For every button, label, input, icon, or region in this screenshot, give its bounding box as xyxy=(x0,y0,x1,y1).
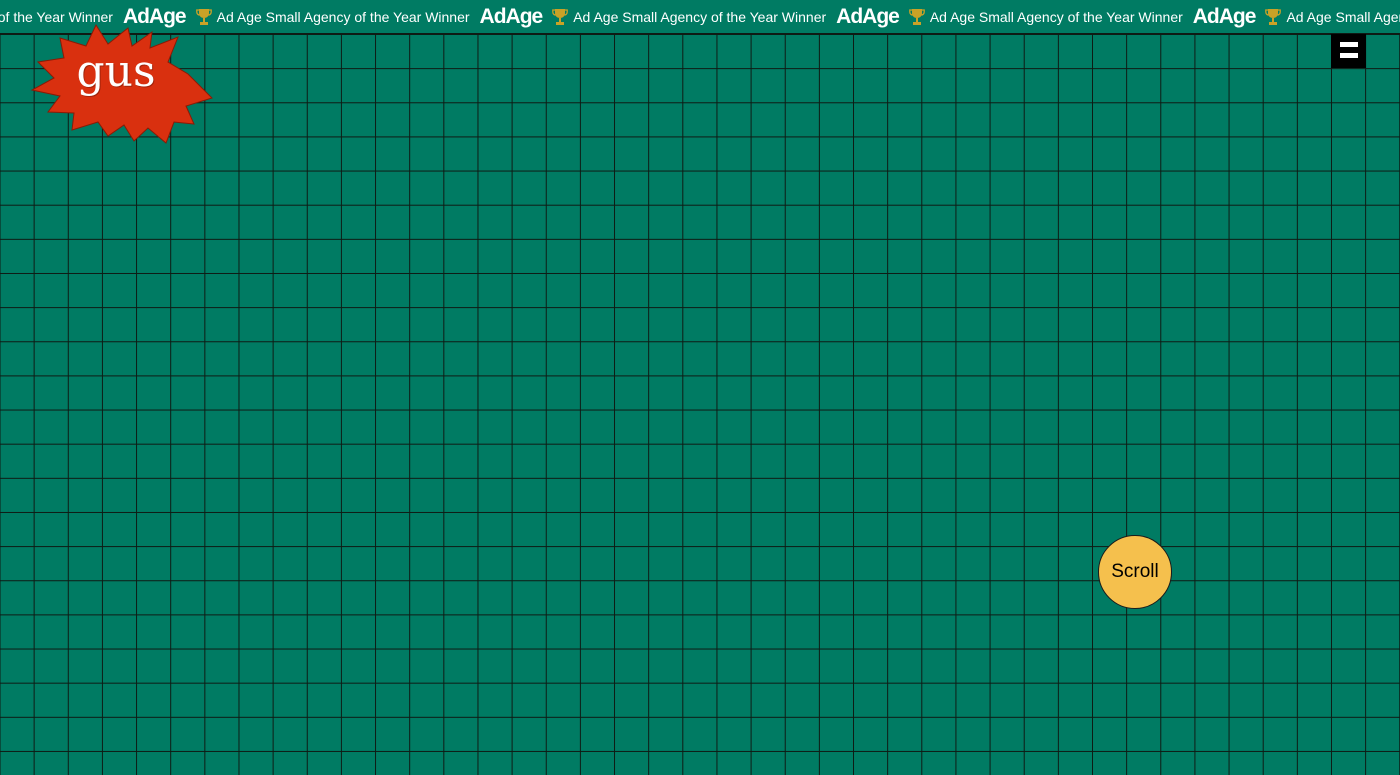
ticker-item: AdAge Ad Age Small Agency of the Year Wi… xyxy=(1183,5,1400,29)
logo-text: gus xyxy=(76,46,156,97)
ticker-item: AdAge Ad Age Small Agency of the Year Wi… xyxy=(826,5,1183,29)
ticker-text: Ad Age Small Agency of the Year Winner xyxy=(573,8,827,25)
adage-logo: AdAge xyxy=(1192,4,1257,28)
scroll-button[interactable]: Scroll xyxy=(1098,535,1172,609)
gus-logo[interactable]: gus xyxy=(28,22,214,144)
ticker-item: AdAge Ad Age Small Agency of the Year Wi… xyxy=(470,5,827,29)
adage-logo: AdAge xyxy=(836,4,900,28)
ticker-text: Ad Age Small Agency of the Year Winner xyxy=(1286,8,1400,25)
ticker-text: Ad Age Small Agency of the Year Winner xyxy=(929,8,1183,25)
adage-logo: AdAge xyxy=(479,4,544,28)
menu-button[interactable] xyxy=(1331,34,1366,68)
trophy-icon xyxy=(552,8,569,25)
trophy-icon xyxy=(908,8,925,25)
trophy-icon xyxy=(1265,8,1282,25)
ticker-text: Ad Age Small Agency of the Year Winner xyxy=(216,8,470,25)
grid-background xyxy=(0,34,1400,775)
